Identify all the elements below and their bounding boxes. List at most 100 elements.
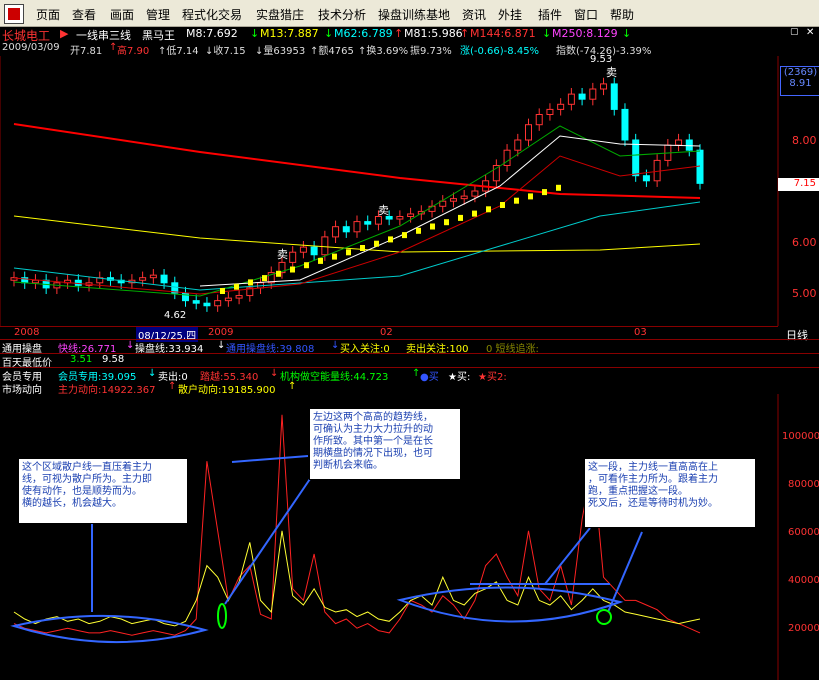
ma-green — [13, 125, 701, 297]
menu-item[interactable]: 外挂 — [498, 6, 522, 23]
candle-body — [696, 149, 704, 184]
candle-body — [514, 139, 522, 151]
signal-dot — [486, 206, 491, 213]
annotation-pointer-2b — [224, 475, 313, 605]
ma-value: M8:7.692 — [186, 27, 238, 40]
row3-member-arrow: ↓ — [148, 368, 157, 379]
ma-value: M13:7.887 — [260, 27, 319, 40]
signal-dot — [360, 245, 365, 251]
row3-jump-arrow: ↓ — [270, 368, 279, 379]
ma-value: M144:6.871 — [470, 27, 536, 40]
candle-body — [610, 83, 618, 110]
signal-dot — [220, 288, 225, 294]
ma-value: M81:5.986 — [404, 27, 463, 40]
menu-item[interactable]: 查看 — [72, 6, 96, 23]
menu-item[interactable]: 帮助 — [610, 6, 634, 23]
restore-icon[interactable]: ▢ — [790, 27, 799, 37]
signal-dot — [514, 197, 519, 204]
candle-body — [525, 124, 532, 141]
candle-body — [214, 300, 222, 307]
menu-item[interactable]: 页面 — [36, 6, 60, 23]
signal-dot — [430, 223, 435, 230]
y-label-6: 6.00 — [792, 236, 817, 249]
row4-retail-arrow: ↑ — [288, 381, 297, 392]
candle-body — [182, 292, 189, 302]
candle-body — [342, 226, 350, 233]
signal-dot — [234, 283, 239, 290]
candle-body — [289, 251, 297, 263]
indicator-row-4: 市场动向 主力动向:14922.367 ↑ 散户动向:19185.900 ↑ — [0, 381, 819, 396]
ma-arrow: ↓ — [250, 27, 260, 40]
signal-dot — [402, 232, 407, 239]
close-icon[interactable]: ✕ — [806, 27, 814, 38]
signal-dot — [472, 210, 477, 217]
signal-dot — [542, 189, 547, 196]
menu-item[interactable]: 程式化交易 — [182, 6, 242, 23]
ma-value: M62:6.789 — [334, 27, 393, 40]
sell-marker-3: 卖 — [277, 248, 288, 261]
signal-dot — [528, 193, 533, 200]
annotation-pointer-3a — [544, 527, 591, 585]
signal-dot — [332, 253, 337, 260]
formula-name[interactable]: 黑马王 — [142, 27, 175, 43]
signal-dot — [346, 249, 351, 256]
indicator-name[interactable]: 一线串三线 — [76, 27, 131, 43]
candle-body — [557, 103, 565, 110]
app-logo-icon — [4, 4, 24, 24]
menu-item[interactable]: 插件 — [538, 6, 562, 23]
lower-y-80000: 80000 — [788, 479, 819, 490]
signal-dot — [304, 262, 309, 269]
ma-red-long — [13, 123, 701, 199]
candle-body — [685, 139, 693, 151]
y-label-5: 5.00 — [792, 287, 817, 300]
lower-y-60000: 60000 — [788, 527, 819, 538]
signal-dot — [290, 266, 295, 273]
candle-body — [471, 190, 479, 197]
candle-body — [600, 83, 608, 90]
ma-white — [199, 135, 701, 287]
row1-operate-arrow: ↓ — [217, 340, 226, 351]
signal-dot — [276, 270, 281, 277]
candle-body — [31, 279, 39, 284]
candle-body — [235, 295, 243, 299]
ma-cyan — [13, 201, 701, 291]
candle-body — [396, 216, 404, 220]
candlestick-chart[interactable] — [0, 56, 819, 326]
menu-item[interactable]: 管理 — [146, 6, 170, 23]
annotation-pointer-2a — [231, 455, 309, 463]
candle-body — [546, 108, 554, 116]
candle-body — [535, 114, 543, 126]
candle-body — [567, 93, 575, 105]
menu-item[interactable]: 资讯 — [462, 6, 486, 23]
retail-line — [13, 530, 701, 627]
candle-body — [449, 198, 457, 202]
ma-arrow: ↑ — [460, 27, 470, 40]
signal-dot — [500, 202, 505, 208]
quote-amount: ↑额4765 — [310, 46, 354, 57]
candle-body — [364, 221, 372, 225]
current-price-tag: 7.15 — [778, 178, 819, 191]
low-price-label: 4.62 — [164, 310, 187, 321]
annotation-note-1: 这个区域散户线一直压着主力 线，可视为散户所为。主力即 使有动作，也是顺势而为。… — [18, 458, 188, 524]
quote-high: 高7.90 — [117, 46, 150, 57]
candle-body — [299, 246, 307, 253]
x-label-2008: 2008 — [14, 327, 40, 338]
menu-item[interactable]: 画面 — [110, 6, 134, 23]
ma-value: M250:8.129 — [552, 27, 618, 40]
signal-dot — [458, 214, 463, 221]
quote-date: 2009/03/09 — [2, 42, 60, 53]
quote-open: 开7.81 — [70, 46, 103, 57]
menu-item[interactable]: 窗口 — [574, 6, 598, 23]
price-box-value: 8.91 — [789, 78, 812, 89]
quote-volume: ↓量63953 — [255, 46, 306, 57]
sell-marker-1: 卖 — [606, 66, 617, 79]
row4-main-arrow: ↑ — [168, 381, 177, 392]
signal-dot — [556, 184, 561, 191]
menu-item[interactable]: 技术分析 — [318, 6, 366, 23]
annotation-ellipse-1 — [10, 614, 209, 644]
menu-item[interactable]: 实盘猎庄 — [256, 6, 304, 23]
candle-body — [460, 195, 468, 200]
row2-v2: 9.58 — [102, 354, 125, 365]
menu-item[interactable]: 操盘训练基地 — [378, 6, 450, 23]
quote-change: 涨(-0.66)-8.45% — [460, 46, 540, 57]
